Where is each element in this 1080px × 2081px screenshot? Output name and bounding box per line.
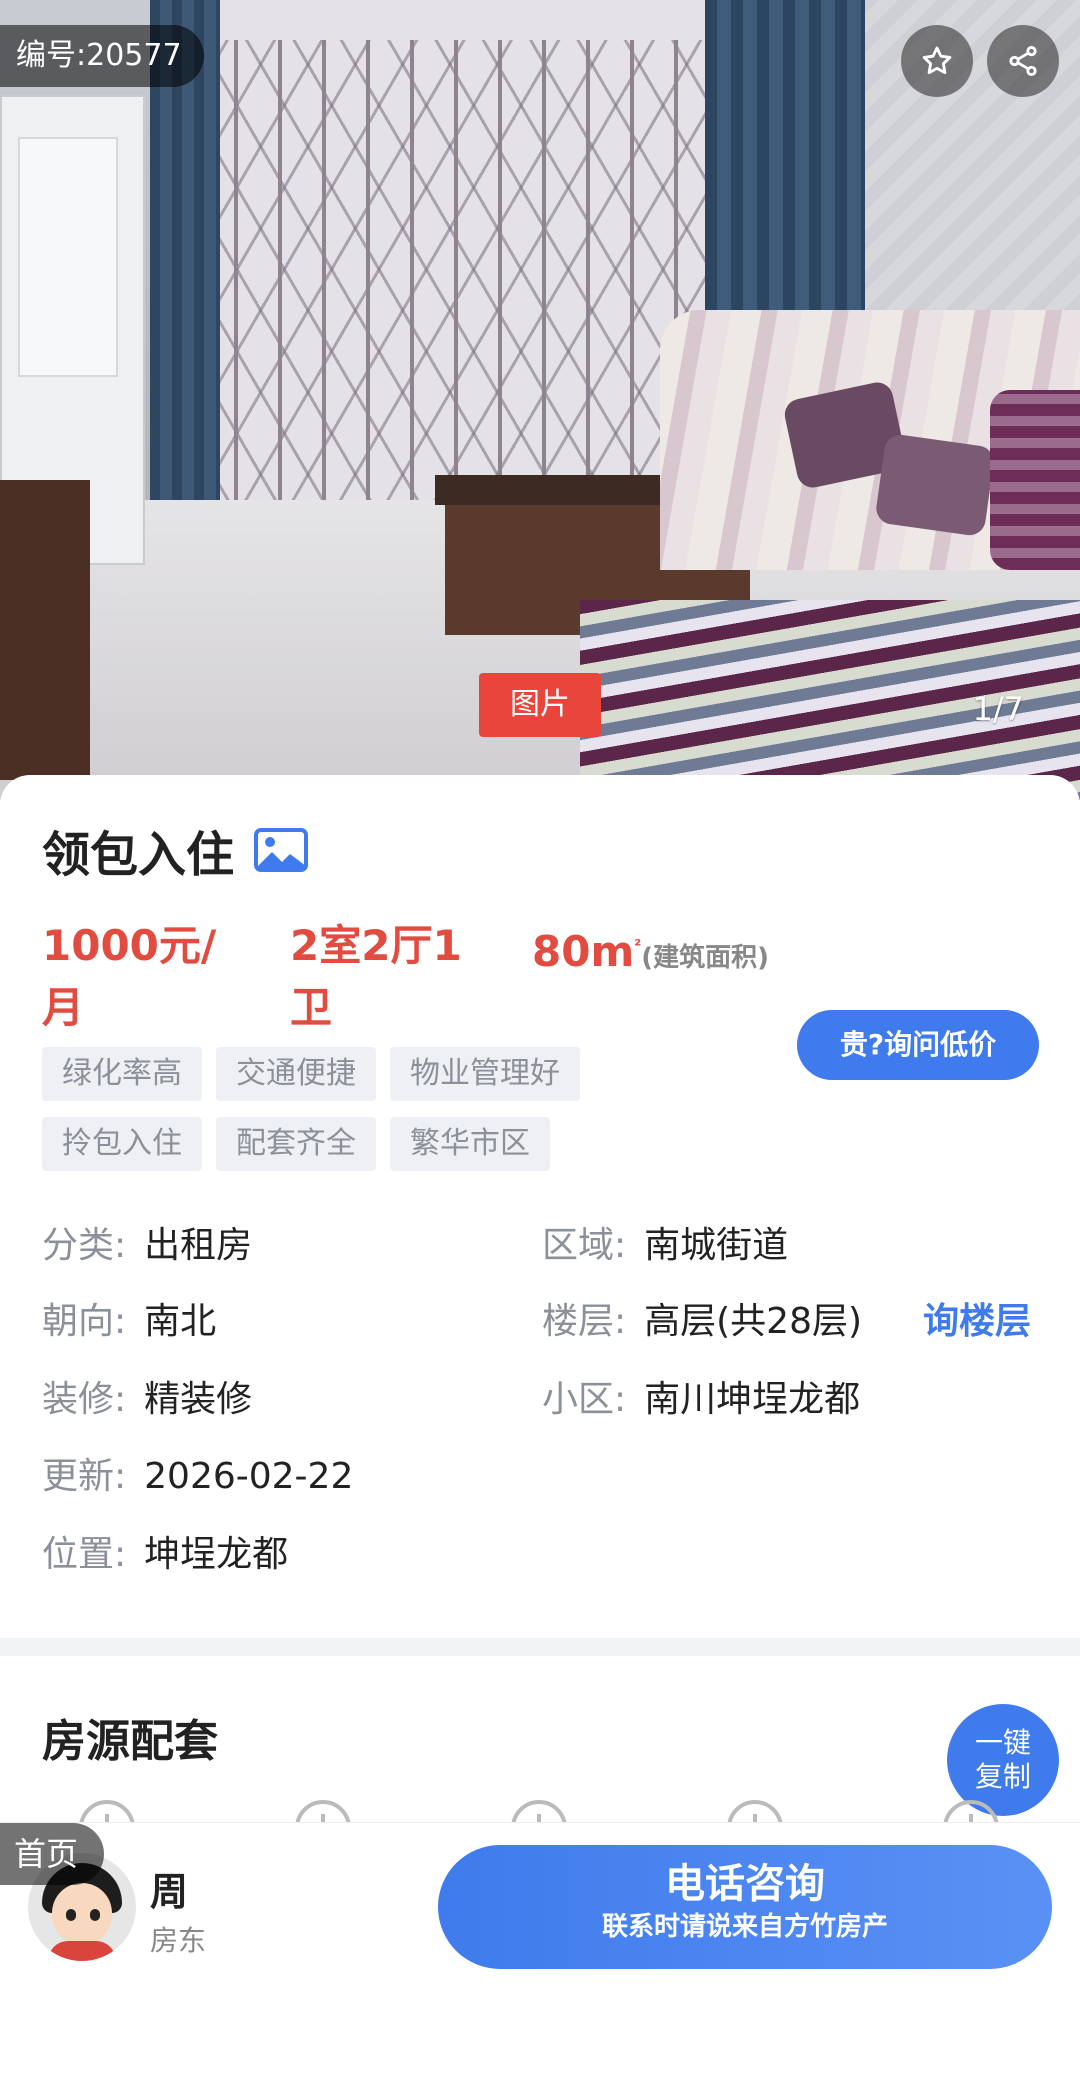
call-sublabel: 联系时请说来自方竹房产: [601, 1912, 888, 1942]
info-region: 区域: 南城街道: [542, 1221, 788, 1271]
copy-button[interactable]: 一键 复制: [947, 1704, 1059, 1816]
info-decoration: 装修: 精装修: [42, 1375, 252, 1425]
info-key: 更新:: [42, 1456, 127, 1497]
info-value: 南川坤埕龙都: [644, 1379, 861, 1420]
listing-id-badge: 编号:20577: [0, 25, 204, 87]
phone-consult-button[interactable]: 电话咨询 联系时请说来自方竹房产: [438, 1845, 1052, 1969]
info-value: 高层(共28层): [644, 1301, 863, 1342]
info-value: 精装修: [144, 1379, 253, 1420]
star-icon: [922, 46, 952, 75]
image-tab-tag[interactable]: 图片: [479, 673, 601, 737]
photo-cushion: [990, 390, 1080, 570]
title-row: 领包入住: [42, 815, 309, 885]
share-button[interactable]: [987, 25, 1059, 97]
image-counter: 1/7: [972, 690, 1025, 728]
photo-window: [180, 0, 720, 520]
info-updated: 更新: 2026-02-22: [42, 1452, 353, 1502]
info-key: 朝向:: [42, 1301, 127, 1342]
feature-tag: 繁华市区: [390, 1117, 550, 1171]
section-divider: [0, 1638, 1080, 1656]
listing-price: 1000元/月: [42, 921, 217, 1032]
info-value: 2026-02-22: [144, 1456, 354, 1497]
owner-role: 房东: [150, 1924, 207, 1957]
info-key: 位置:: [42, 1534, 127, 1575]
listing-detail-card: 领包入住 1000元/月 2室2厅1卫 80m²(建筑面积) 贵?询问低价 绿化…: [0, 775, 1080, 1645]
info-value: 出租房: [144, 1225, 253, 1266]
info-location: 位置: 坤埕龙都: [42, 1530, 288, 1580]
info-value: 坤埕龙都: [144, 1534, 289, 1575]
image-icon[interactable]: [254, 828, 309, 872]
bottom-contact-bar: 首页 周 房东 电话咨询 联系时请说来自方竹房产: [0, 1822, 1080, 2081]
home-button[interactable]: 首页: [0, 1823, 105, 1885]
ask-low-price-button[interactable]: 贵?询问低价: [797, 1010, 1039, 1080]
area-note: (建筑面积): [641, 943, 770, 973]
ask-floor-link[interactable]: 询楼层: [923, 1297, 1031, 1347]
info-category: 分类: 出租房: [42, 1221, 252, 1271]
listing-area: 80m²(建筑面积): [532, 915, 772, 989]
info-key: 装修:: [42, 1379, 127, 1420]
listing-layout: 2室2厅1卫: [290, 921, 462, 1032]
copy-label-line2: 复制: [974, 1760, 1031, 1793]
owner-name: 周: [150, 1870, 189, 1914]
info-orientation: 朝向: 南北: [42, 1297, 216, 1347]
feature-tag: 绿化率高: [42, 1047, 202, 1101]
favorite-button[interactable]: [901, 25, 973, 97]
info-value: 南城街道: [644, 1225, 789, 1266]
share-icon: [1009, 45, 1037, 77]
photo-gallery[interactable]: 编号:20577 图片 1/7: [0, 0, 1080, 800]
feature-tag: 拎包入住: [42, 1117, 202, 1171]
info-floor: 楼层: 高层(共28层): [542, 1297, 862, 1347]
feature-tag: 交通便捷: [216, 1047, 376, 1101]
feature-tag: 物业管理好: [390, 1047, 580, 1101]
amenities-title: 房源配套: [42, 1716, 218, 1767]
photo-tv-stand: [0, 480, 90, 780]
photo-cushion: [874, 432, 996, 538]
copy-label-line1: 一键: [974, 1726, 1031, 1759]
info-community: 小区: 南川坤埕龙都: [542, 1375, 860, 1425]
feature-tags: 绿化率高 交通便捷 物业管理好 拎包入住 配套齐全 繁华市区: [42, 1047, 642, 1171]
area-value: 80m: [532, 927, 635, 976]
feature-tag: 配套齐全: [216, 1117, 376, 1171]
listing-title: 领包入住: [42, 827, 235, 883]
info-key: 区域:: [542, 1225, 627, 1266]
info-key: 小区:: [542, 1379, 627, 1420]
info-key: 分类:: [42, 1225, 127, 1266]
call-label: 电话咨询: [665, 1861, 825, 1907]
info-key: 楼层:: [542, 1301, 627, 1342]
info-value: 南北: [144, 1301, 217, 1342]
